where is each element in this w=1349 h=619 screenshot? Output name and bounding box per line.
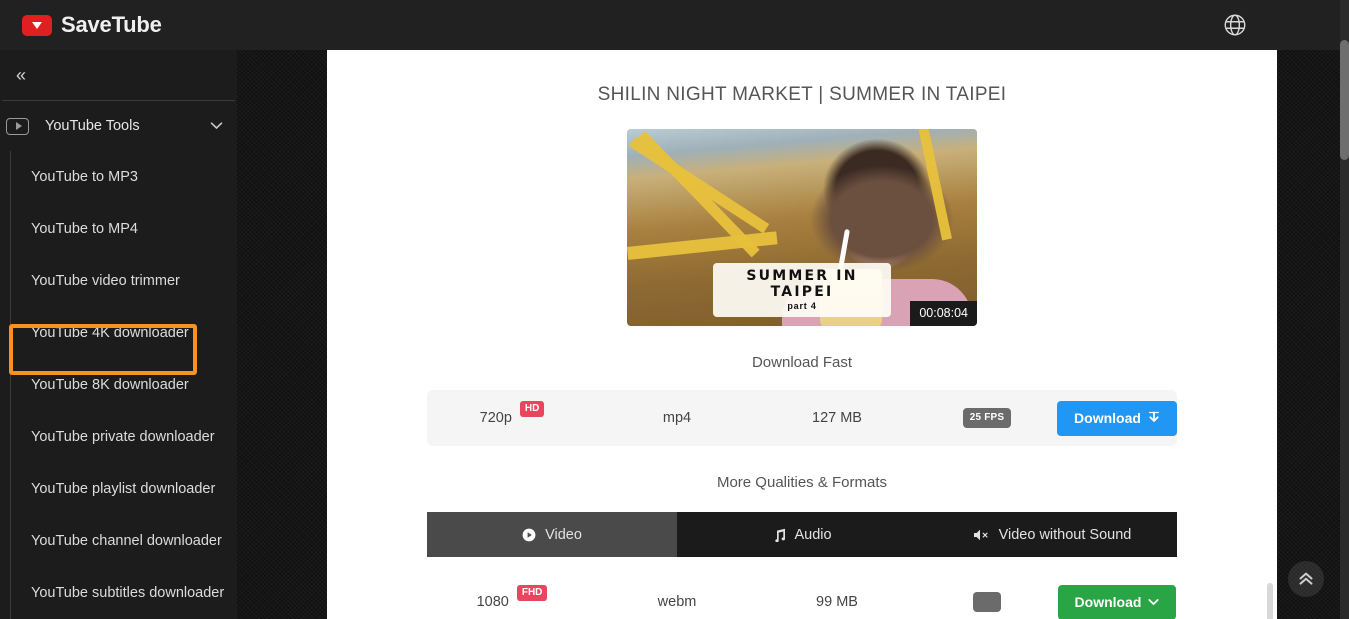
sidebar-item-youtube-to-mp3[interactable]: YouTube to MP3 — [0, 151, 237, 203]
video-duration-badge: 00:08:04 — [910, 301, 977, 326]
fhd-badge: FHD — [516, 585, 548, 601]
play-circle-icon — [522, 528, 536, 541]
download-fast-heading: Download Fast — [751, 354, 853, 371]
globe-icon[interactable] — [1222, 12, 1248, 38]
thumbnail-overlay-line1: SUMMER IN TAIPEI — [746, 268, 858, 300]
music-note-icon — [775, 528, 786, 542]
video-thumbnail[interactable]: SUMMER IN TAIPEI part 4 00:08:04 — [627, 129, 977, 326]
collapse-sidebar-button[interactable]: « — [10, 64, 30, 86]
more-format-label: webm — [657, 594, 697, 610]
mute-speaker-icon — [973, 529, 988, 540]
brand-logo-link[interactable]: SaveTube — [22, 12, 162, 38]
tab-video[interactable]: Video — [427, 512, 677, 557]
more-download-button-label: Download — [1074, 593, 1142, 610]
download-button-label: Download — [1074, 409, 1141, 426]
more-resolution-label: 1080 — [476, 594, 509, 610]
thumbnail-overlay-line2: part 4 — [787, 301, 817, 311]
sidebar-item-youtube-to-mp4[interactable]: YouTube to MP4 — [0, 203, 237, 255]
sidebar-item-youtube-channel-downloader[interactable]: YouTube channel downloader — [0, 515, 237, 567]
chevron-down-icon[interactable] — [210, 119, 223, 133]
fast-format-label: mp4 — [662, 410, 692, 426]
sidebar-item-youtube-subtitles-downloader[interactable]: YouTube subtitles downloader — [0, 567, 237, 619]
top-bar-actions — [1222, 12, 1306, 38]
fast-size-label: 127 MB — [812, 410, 862, 426]
sidebar-item-youtube-8k-downloader[interactable]: YouTube 8K downloader — [0, 359, 237, 411]
format-tabs: Video Audio Video without Sound — [427, 512, 1177, 557]
chevron-down-icon — [1148, 598, 1160, 605]
sidebar-item-youtube-playlist-downloader[interactable]: YouTube playlist downloader — [0, 463, 237, 515]
fast-resolution-cell: 720p HD — [427, 401, 597, 426]
app-root: SaveTube « YouTube Tools YouTube to MP3 … — [0, 0, 1349, 619]
fast-fps-cell: 25 FPS — [917, 408, 1057, 428]
sidebar-item-youtube-4k-downloader[interactable]: YouTube 4K downloader — [0, 307, 237, 359]
fps-badge: 25 FPS — [962, 408, 1012, 428]
sidebar-item-youtube-private-downloader[interactable]: YouTube private downloader — [0, 411, 237, 463]
youtube-tools-icon — [6, 117, 29, 135]
fast-download-cell: Download — [1057, 400, 1177, 436]
fast-resolution-label: 720p — [479, 410, 512, 426]
scroll-to-top-button[interactable] — [1288, 561, 1324, 597]
sidebar-submenu: YouTube to MP3 YouTube to MP4 YouTube vi… — [0, 151, 237, 619]
fast-download-row: 720p HD mp4 127 MB 25 FPS Download — [427, 390, 1177, 446]
more-formats-heading: More Qualities & Formats — [716, 474, 888, 491]
download-button[interactable]: Download — [1057, 400, 1177, 436]
page-scrollbar-thumb[interactable] — [1340, 40, 1349, 160]
more-download-cell: Download — [1057, 584, 1177, 619]
thumbnail-overlay-text: SUMMER IN TAIPEI part 4 — [713, 263, 891, 317]
sidebar-collapse-row: « — [0, 50, 237, 100]
youtube-play-icon — [22, 14, 52, 36]
sidebar: « YouTube Tools YouTube to MP3 YouTube t… — [0, 50, 237, 619]
tab-video-without-sound[interactable]: Video without Sound — [927, 512, 1177, 557]
more-download-button[interactable]: Download — [1057, 584, 1177, 619]
more-size-label: 99 MB — [816, 594, 858, 610]
top-bar: SaveTube — [0, 0, 1340, 50]
more-formats-row: 1080 FHD webm 99 MB Download — [427, 574, 1177, 619]
double-chevron-up-icon — [1299, 572, 1313, 585]
brand-name: SaveTube — [61, 12, 162, 37]
tab-audio[interactable]: Audio — [677, 512, 927, 557]
more-resolution-cell: 1080 FHD — [427, 585, 597, 610]
page-title: SHILIN NIGHT MARKET | SUMMER IN TAIPEI — [597, 84, 1007, 105]
tab-audio-label: Audio — [794, 526, 832, 543]
content-panel: SHILIN NIGHT MARKET | SUMMER IN TAIPEI S… — [327, 50, 1277, 619]
tab-panel-scrollbar[interactable] — [1267, 583, 1273, 619]
more-fps-cell — [917, 592, 1057, 612]
hd-badge: HD — [519, 401, 545, 417]
tab-video-without-sound-label: Video without Sound — [998, 526, 1132, 543]
hamburger-menu-icon[interactable] — [1278, 16, 1306, 34]
sidebar-group-label: YouTube Tools — [45, 118, 140, 134]
more-fps-badge — [972, 592, 1002, 612]
sidebar-group-youtube-tools[interactable]: YouTube Tools — [0, 101, 237, 151]
sidebar-item-youtube-video-trimmer[interactable]: YouTube video trimmer — [0, 255, 237, 307]
tab-video-label: Video — [545, 526, 582, 543]
page-scrollbar[interactable] — [1340, 0, 1349, 619]
download-arrow-icon — [1148, 411, 1159, 423]
